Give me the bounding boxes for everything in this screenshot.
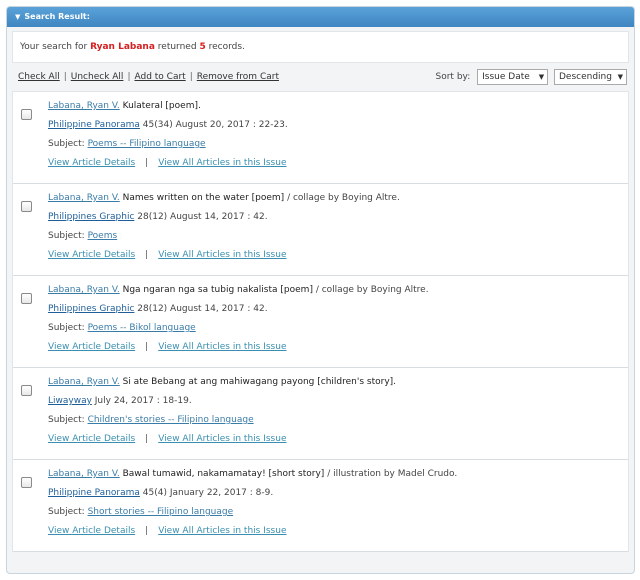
- result-count: 5: [199, 42, 206, 52]
- separator: |: [145, 526, 149, 536]
- summary-suffix: records.: [208, 42, 245, 52]
- view-article-details-link[interactable]: View Article Details: [48, 342, 135, 352]
- result-record: Labana, Ryan V. Si ate Bebang at ang mah…: [13, 368, 628, 460]
- results-toolbar: Check All | Uncheck All | Add to Cart | Remove…: [12, 63, 629, 91]
- result-record: Labana, Ryan V. Nga ngaran nga sa tubig …: [13, 276, 628, 368]
- subject-label: Subject:: [48, 323, 85, 333]
- sort-by-label: Sort by:: [435, 72, 471, 82]
- sort-field-value: Issue Date: [482, 71, 530, 82]
- check-all-link[interactable]: Check All: [18, 72, 60, 82]
- sort-controls: Sort by: Issue Date ▼ Descending ▼: [436, 68, 627, 86]
- add-to-cart-link[interactable]: Add to Cart: [134, 72, 185, 82]
- sort-order-value: Descending: [559, 71, 612, 82]
- view-article-details-link[interactable]: View Article Details: [48, 250, 135, 260]
- record-checkbox[interactable]: [21, 201, 32, 212]
- result-record: Labana, Ryan V. Kulateral [poem]. Philip…: [13, 92, 628, 184]
- subject-link[interactable]: Short stories -- Filipino language: [88, 507, 234, 517]
- article-title: Si ate Bebang at ang mahiwagang payong […: [122, 377, 397, 387]
- summary-mid: returned: [157, 42, 197, 52]
- separator: |: [145, 158, 149, 168]
- article-title: Names written on the water [poem]: [122, 193, 285, 203]
- view-issue-articles-link[interactable]: View All Articles in this Issue: [158, 342, 286, 352]
- publication-link[interactable]: Philippines Graphic: [48, 212, 134, 222]
- separator: |: [63, 72, 67, 82]
- dropdown-arrow-icon: ▼: [617, 72, 623, 81]
- view-issue-articles-link[interactable]: View All Articles in this Issue: [158, 434, 286, 444]
- publication-link[interactable]: Philippines Graphic: [48, 304, 134, 314]
- view-issue-articles-link[interactable]: View All Articles in this Issue: [158, 250, 286, 260]
- article-title: Nga ngaran nga sa tubig nakalista [poem]: [122, 285, 313, 295]
- uncheck-all-link[interactable]: Uncheck All: [71, 72, 124, 82]
- subject-link[interactable]: Poems -- Filipino language: [88, 139, 206, 149]
- citation: 45(34) August 20, 2017 : 22-23.: [139, 120, 288, 130]
- author-link[interactable]: Labana, Ryan V.: [48, 193, 120, 203]
- subject-link[interactable]: Poems -- Bikol language: [88, 323, 196, 333]
- view-article-details-link[interactable]: View Article Details: [48, 158, 135, 168]
- record-checkbox[interactable]: [21, 477, 32, 488]
- author-link[interactable]: Labana, Ryan V.: [48, 469, 120, 479]
- subject-label: Subject:: [48, 415, 85, 425]
- article-credit: / collage by Boying Altre.: [287, 193, 400, 203]
- author-link[interactable]: Labana, Ryan V.: [48, 377, 120, 387]
- article-title: Bawal tumawid, nakamamatay! [short story…: [122, 469, 325, 479]
- citation: 45(4) January 22, 2017 : 8-9.: [139, 488, 274, 498]
- sort-field-select[interactable]: Issue Date ▼: [477, 68, 549, 85]
- citation: 28(12) August 14, 2017 : 42.: [134, 212, 268, 222]
- citation: July 24, 2017 : 18-19.: [91, 396, 192, 406]
- separator: |: [127, 72, 131, 82]
- sort-order-select[interactable]: Descending ▼: [554, 68, 627, 85]
- record-checkbox[interactable]: [21, 385, 32, 396]
- separator: |: [145, 250, 149, 260]
- publication-link[interactable]: Philippine Panorama: [48, 488, 140, 498]
- citation: 28(12) August 14, 2017 : 42.: [134, 304, 268, 314]
- record-checkbox[interactable]: [21, 109, 32, 120]
- search-result-panel: ▼ Search Result: Your search for Ryan Lab…: [6, 6, 635, 574]
- panel-title: Search Result:: [24, 12, 90, 21]
- article-credit: / illustration by Madel Crudo.: [327, 469, 458, 479]
- subject-link[interactable]: Children's stories -- Filipino language: [88, 415, 254, 425]
- publication-link[interactable]: Philippine Panorama: [48, 120, 140, 130]
- view-issue-articles-link[interactable]: View All Articles in this Issue: [158, 526, 286, 536]
- dropdown-arrow-icon: ▼: [538, 72, 545, 81]
- author-link[interactable]: Labana, Ryan V.: [48, 101, 120, 111]
- article-title: Kulateral [poem].: [122, 101, 201, 111]
- summary-prefix: Your search for: [20, 42, 88, 52]
- view-issue-articles-link[interactable]: View All Articles in this Issue: [158, 158, 286, 168]
- subject-link[interactable]: Poems: [88, 231, 118, 241]
- article-credit: / collage by Boying Altre.: [315, 285, 429, 295]
- view-article-details-link[interactable]: View Article Details: [48, 526, 135, 536]
- separator: |: [145, 342, 149, 352]
- result-record: Labana, Ryan V. Bawal tumawid, nakamamat…: [13, 460, 628, 552]
- panel-header[interactable]: ▼ Search Result:: [7, 7, 634, 27]
- subject-label: Subject:: [48, 139, 85, 149]
- publication-link[interactable]: Liwayway: [48, 396, 92, 406]
- remove-from-cart-link[interactable]: Remove from Cart: [197, 72, 279, 82]
- result-record: Labana, Ryan V. Names written on the wat…: [13, 184, 628, 276]
- subject-label: Subject:: [48, 507, 85, 517]
- search-query: Ryan Labana: [90, 42, 155, 52]
- subject-label: Subject:: [48, 231, 85, 241]
- author-link[interactable]: Labana, Ryan V.: [48, 285, 120, 295]
- view-article-details-link[interactable]: View Article Details: [48, 434, 135, 444]
- separator: |: [189, 72, 193, 82]
- caret-down-icon[interactable]: ▼: [15, 7, 20, 27]
- separator: |: [145, 434, 149, 444]
- record-checkbox[interactable]: [21, 293, 32, 304]
- search-summary: Your search for Ryan Labana returned 5 r…: [12, 31, 629, 63]
- results-list: Labana, Ryan V. Kulateral [poem]. Philip…: [12, 91, 629, 552]
